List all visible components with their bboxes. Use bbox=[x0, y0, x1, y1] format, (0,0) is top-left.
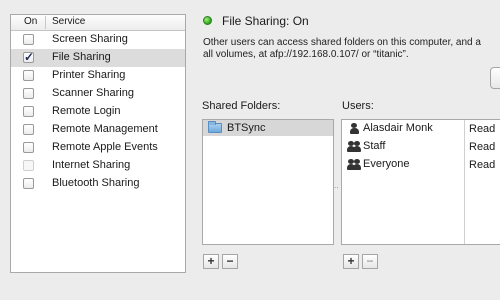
service-label: Internet Sharing bbox=[52, 159, 131, 171]
service-list-header: On Service bbox=[11, 15, 185, 31]
splitter-handle[interactable]: ‥ bbox=[334, 182, 339, 190]
user-row[interactable]: Alasdair Monk Read bbox=[342, 120, 500, 138]
status-description-line: all volumes, at afp://192.168.0.107/ or … bbox=[203, 49, 409, 60]
folder-name: BTSync bbox=[227, 122, 266, 134]
service-checkbox[interactable] bbox=[23, 124, 34, 135]
permission-value[interactable]: Read bbox=[469, 141, 495, 153]
service-label: Remote Management bbox=[52, 123, 158, 135]
service-label: Scanner Sharing bbox=[52, 87, 134, 99]
permission-value[interactable]: Read bbox=[469, 123, 495, 135]
status-description-line: Other users can access shared folders on… bbox=[203, 37, 481, 48]
service-row-internet-sharing[interactable]: Internet Sharing bbox=[11, 157, 185, 175]
service-checkbox[interactable] bbox=[23, 106, 34, 117]
group-icon bbox=[347, 159, 361, 171]
shared-folders-list: BTSync bbox=[202, 119, 334, 245]
service-checkbox[interactable] bbox=[23, 34, 34, 45]
user-name: Alasdair Monk bbox=[363, 122, 433, 134]
remove-folder-button[interactable]: − bbox=[222, 254, 238, 269]
service-row-file-sharing[interactable]: ✓ File Sharing bbox=[11, 49, 185, 67]
user-row[interactable]: Everyone Read bbox=[342, 156, 500, 174]
user-row[interactable]: Staff Read bbox=[342, 138, 500, 156]
service-checkbox[interactable] bbox=[23, 142, 34, 153]
single-user-icon bbox=[347, 123, 361, 135]
permission-value[interactable]: Read bbox=[469, 159, 495, 171]
service-checkbox[interactable] bbox=[23, 88, 34, 99]
service-row-printer-sharing[interactable]: Printer Sharing bbox=[11, 67, 185, 85]
service-label: Remote Apple Events bbox=[52, 141, 158, 153]
shared-folders-label: Shared Folders: bbox=[202, 100, 281, 112]
users-label: Users: bbox=[342, 100, 374, 112]
remove-user-button[interactable]: − bbox=[362, 254, 378, 269]
service-list: On Service Screen Sharing ✓ File Sharing… bbox=[10, 14, 186, 273]
service-label: Printer Sharing bbox=[52, 69, 126, 81]
status-description: Other users can access shared folders on… bbox=[203, 37, 500, 61]
service-row-bluetooth-sharing[interactable]: Bluetooth Sharing bbox=[11, 175, 185, 193]
service-label: Remote Login bbox=[52, 105, 121, 117]
service-label: Bluetooth Sharing bbox=[52, 177, 140, 189]
group-icon bbox=[347, 141, 361, 153]
column-divider bbox=[45, 16, 46, 29]
service-row-remote-login[interactable]: Remote Login bbox=[11, 103, 185, 121]
service-label: File Sharing bbox=[52, 51, 111, 63]
status-title: File Sharing: On bbox=[222, 14, 309, 28]
folder-icon bbox=[208, 121, 222, 133]
service-checkbox[interactable]: ✓ bbox=[23, 51, 34, 63]
user-name: Everyone bbox=[363, 158, 410, 170]
service-row-scanner-sharing[interactable]: Scanner Sharing bbox=[11, 85, 185, 103]
service-row-screen-sharing[interactable]: Screen Sharing bbox=[11, 31, 185, 49]
service-checkbox[interactable] bbox=[23, 178, 34, 189]
status-indicator-icon bbox=[203, 16, 212, 25]
add-folder-button[interactable]: + bbox=[203, 254, 219, 269]
users-list: Alasdair Monk Read Staff Read Everyone R… bbox=[341, 119, 500, 245]
service-row-remote-management[interactable]: Remote Management bbox=[11, 121, 185, 139]
service-label: Screen Sharing bbox=[52, 33, 128, 45]
user-name: Staff bbox=[363, 140, 386, 152]
service-row-remote-apple-events[interactable]: Remote Apple Events bbox=[11, 139, 185, 157]
service-checkbox[interactable] bbox=[23, 160, 34, 171]
column-header-on[interactable]: On bbox=[24, 16, 37, 27]
add-user-button[interactable]: + bbox=[343, 254, 359, 269]
service-checkbox[interactable] bbox=[23, 70, 34, 81]
column-header-service[interactable]: Service bbox=[52, 16, 85, 27]
folder-row[interactable]: BTSync bbox=[203, 120, 333, 136]
options-button[interactable] bbox=[490, 67, 500, 89]
